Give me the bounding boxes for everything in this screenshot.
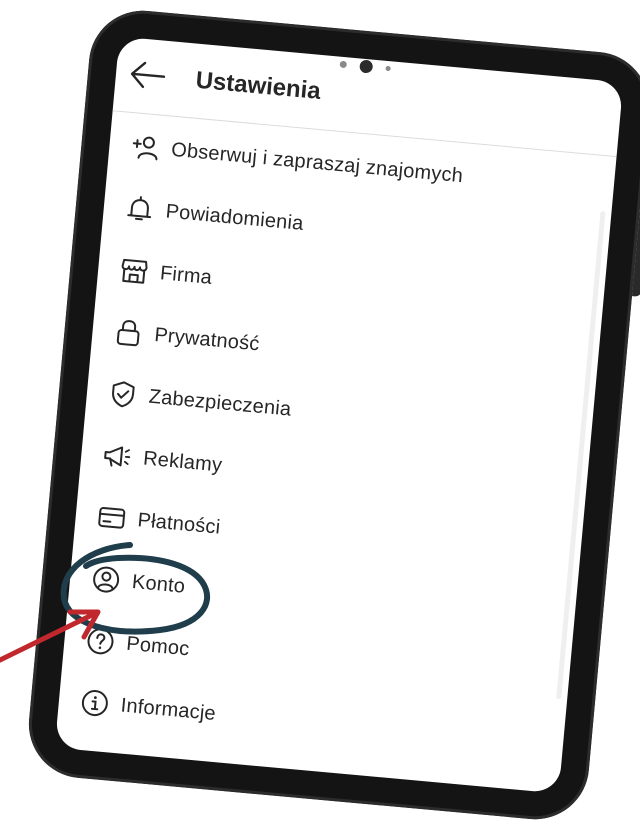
volume-button (631, 206, 640, 297)
card-icon (94, 500, 129, 535)
menu-item-privacy[interactable]: Prywatność (111, 311, 261, 364)
menu-item-label: Prywatność (153, 323, 261, 355)
add-person-icon (128, 130, 163, 165)
settings-screen: Ustawienia Obserwuj i zapraszaj znajomyc… (54, 36, 624, 794)
lock-icon (111, 315, 146, 350)
account-icon (89, 562, 124, 597)
menu-item-payments[interactable]: Płatności (94, 496, 222, 547)
info-icon (78, 686, 113, 721)
menu-item-business[interactable]: Firma (116, 249, 213, 297)
menu-item-label: Płatności (136, 508, 222, 539)
menu-item-label: Obserwuj i zapraszaj znajomych (170, 138, 464, 187)
page-title: Ustawienia (194, 66, 322, 105)
menu-item-ads[interactable]: Reklamy (100, 435, 224, 486)
menu-item-label: Firma (159, 261, 214, 289)
help-icon (83, 624, 118, 659)
menu-item-label: Zabezpieczenia (147, 385, 293, 421)
menu-item-label: Konto (131, 570, 187, 598)
menu-item-security[interactable]: Zabezpieczenia (105, 373, 293, 430)
shop-icon (117, 253, 152, 288)
menu-item-label: Powiadomienia (164, 200, 305, 235)
scrollbar[interactable] (556, 210, 606, 700)
tablet-frame: Ustawienia Obserwuj i zapraszaj znajomyc… (24, 6, 640, 824)
menu-item-notifications[interactable]: Powiadomienia (122, 188, 305, 244)
bell-icon (122, 192, 157, 227)
menu-item-label: Reklamy (142, 446, 224, 477)
menu-item-account[interactable]: Konto (88, 558, 186, 606)
menu-item-help[interactable]: Pomoc (83, 620, 191, 669)
megaphone-icon (100, 439, 135, 474)
arrow-left-icon[interactable] (127, 58, 170, 93)
shield-check-icon (106, 377, 141, 412)
menu-item-label: Informacje (119, 693, 217, 725)
menu-item-info[interactable]: Informacje (77, 682, 217, 734)
menu-item-label: Pomoc (125, 632, 191, 660)
